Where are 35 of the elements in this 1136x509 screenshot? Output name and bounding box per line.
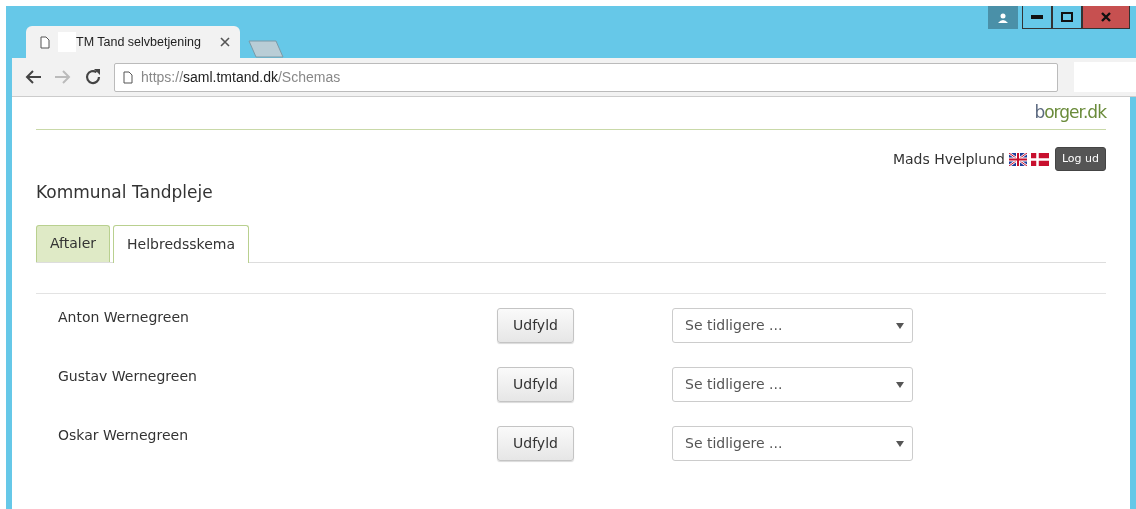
page-heading: Kommunal Tandpleje [36, 181, 214, 204]
browser-tab[interactable]: TM Tand selvbetjening [26, 26, 240, 58]
person-name: Anton Wernegreen [58, 307, 190, 327]
back-icon[interactable] [24, 69, 42, 85]
reload-icon[interactable] [84, 68, 102, 86]
history-dropdown[interactable]: Se tidligere ... [672, 308, 913, 343]
close-button[interactable] [1082, 6, 1130, 29]
page-icon [40, 35, 50, 49]
fill-in-button[interactable]: Udfyld [497, 308, 574, 343]
person-name: Gustav Wernegreen [58, 366, 198, 386]
maximize-button[interactable] [1052, 6, 1082, 29]
minimize-button[interactable] [1022, 6, 1052, 29]
caret-icon [896, 322, 904, 329]
uk-flag-icon[interactable] [1008, 152, 1027, 166]
page-icon [123, 70, 133, 84]
site-logo[interactable]: borger.dk [36, 97, 1106, 129]
history-dropdown[interactable]: Se tidligere ... [672, 367, 913, 402]
url-text: https://saml.tmtand.dk/Schemas [141, 67, 341, 87]
denmark-flag-icon[interactable] [1030, 152, 1049, 166]
logout-button[interactable]: Log ud [1054, 146, 1106, 172]
close-icon [1101, 12, 1111, 22]
history-dropdown[interactable]: Se tidligere ... [672, 426, 913, 461]
fill-in-button[interactable]: Udfyld [497, 426, 574, 461]
tab[interactable]: Helbredsskema [113, 224, 249, 263]
caret-icon [896, 440, 904, 447]
user-icon[interactable] [988, 6, 1018, 29]
close-icon[interactable] [220, 37, 230, 47]
person-name: Oskar Wernegreen [58, 425, 190, 445]
caret-icon [896, 381, 904, 388]
fill-in-button[interactable]: Udfyld [497, 367, 574, 402]
user-name: Mads Hvelplund [892, 149, 1005, 169]
tab[interactable]: Aftaler [36, 224, 111, 262]
address-bar[interactable]: https://saml.tmtand.dk/Schemas [114, 62, 1058, 92]
minimize-icon [1031, 15, 1043, 19]
maximize-icon [1061, 12, 1073, 22]
